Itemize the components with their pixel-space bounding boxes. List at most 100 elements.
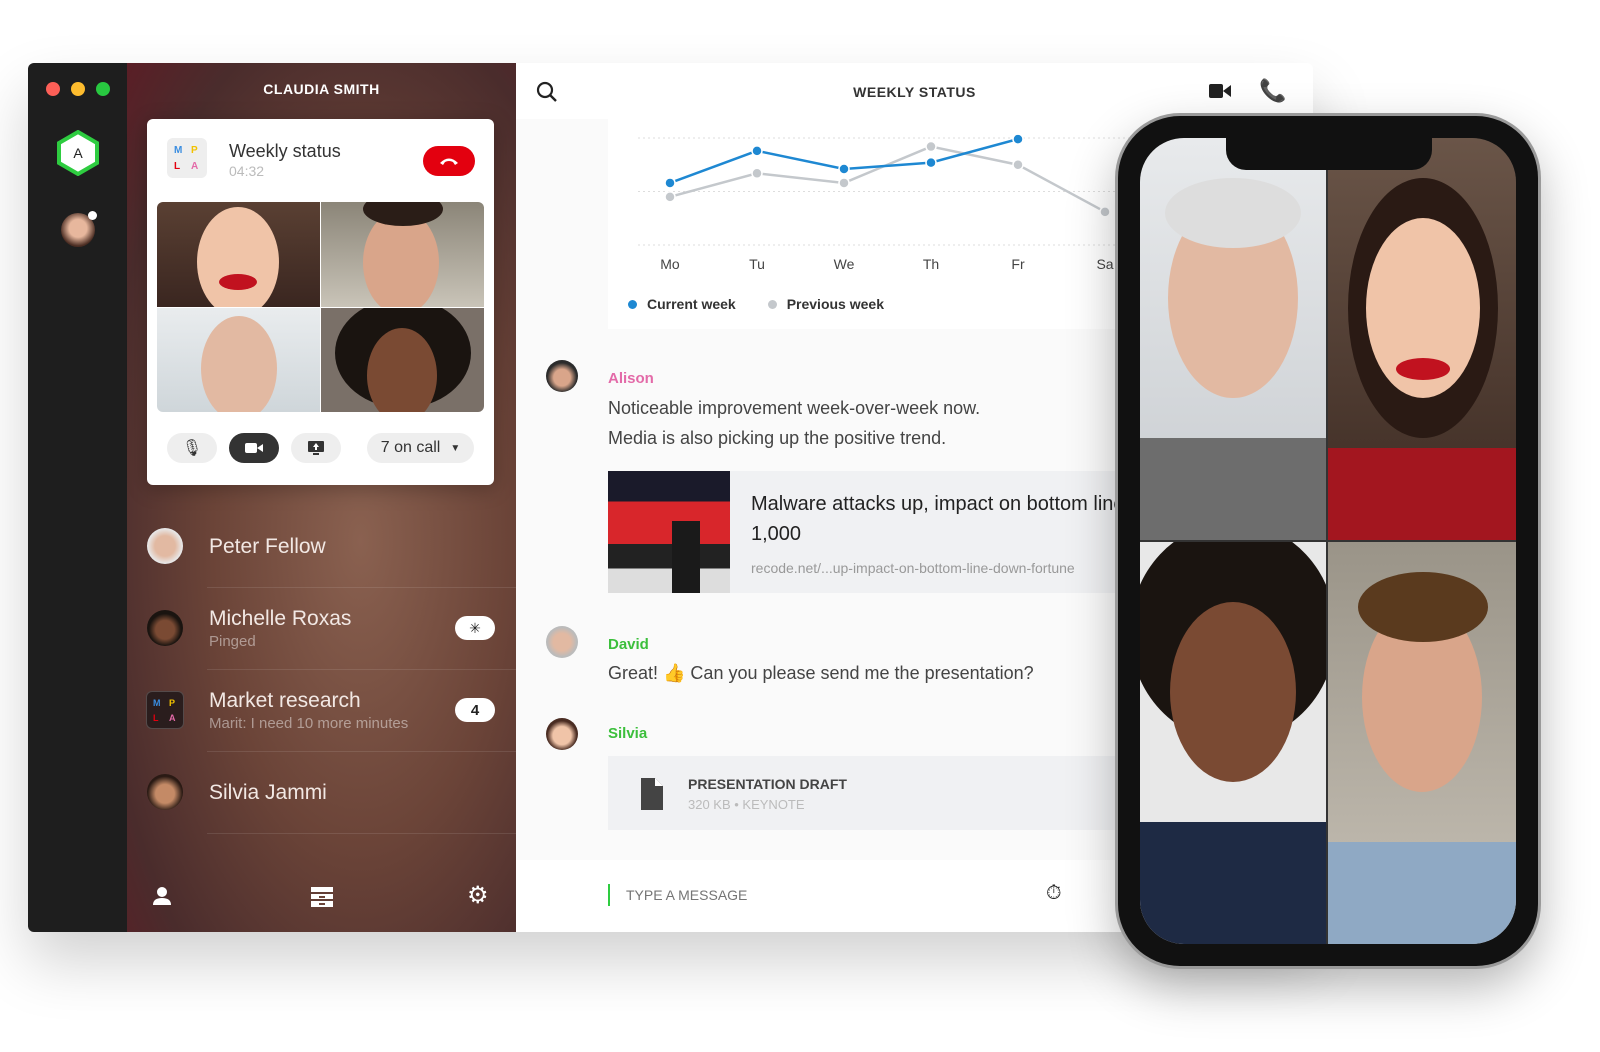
message-sender: Silvia (608, 725, 648, 742)
video-camera-icon (245, 443, 263, 453)
video-tile[interactable] (157, 308, 320, 412)
left-rail: A (28, 63, 127, 932)
avatar (147, 610, 183, 646)
message-sender: Alison (608, 370, 654, 387)
file-meta: 320 KB • KEYNOTE (688, 797, 805, 812)
call-card: M P L A Weekly status 04:32 🎙 7 on call … (147, 119, 494, 485)
participants-dropdown[interactable]: 7 on call ▼ (367, 433, 474, 463)
spinner-icon: ✳ (469, 619, 481, 636)
video-tile[interactable] (321, 308, 484, 412)
video-toggle-button[interactable] (229, 433, 279, 463)
group-logo: M P L A (146, 691, 184, 729)
message-text: Media is also picking up the positive tr… (608, 428, 947, 448)
avatar (147, 774, 183, 810)
hang-up-icon (440, 158, 458, 165)
user-name: CLAUDIA SMITH (263, 81, 380, 97)
contacts-tab-icon[interactable] (152, 886, 172, 906)
phone-call-icon[interactable]: 📞 (1259, 78, 1286, 104)
phone-mockup (1118, 116, 1538, 966)
data-point (664, 191, 676, 203)
x-tick-label: Fr (1011, 256, 1025, 272)
x-tick-label: Sa (1096, 256, 1113, 272)
data-point (925, 156, 937, 169)
contact-item[interactable]: M P L A Market research Marit: I need 10… (127, 670, 516, 752)
microphone-off-icon: 🎙 (181, 440, 203, 457)
data-point (838, 163, 850, 175)
data-point (751, 167, 763, 180)
screen-share-icon (308, 441, 324, 455)
message-text: Great! 👍 Can you please send me the pres… (608, 663, 1034, 683)
x-tick-label: Tu (749, 256, 765, 272)
legend-swatch-previous (767, 299, 777, 309)
silvia-avatar (546, 718, 578, 750)
x-tick-label: We (834, 256, 855, 272)
pinging-badge: ✳ (455, 616, 495, 640)
legend-swatch-current (628, 299, 637, 309)
data-point (1012, 133, 1024, 145)
avatar (147, 528, 183, 564)
x-tick-label: Th (923, 256, 939, 272)
series-line (669, 145, 1106, 213)
chat-title: WEEKLY STATUS (853, 84, 976, 100)
chart-legend: Current week Previous week (628, 296, 884, 312)
document-icon (641, 778, 663, 810)
timer-icon[interactable]: ⏱ (1046, 882, 1062, 905)
video-tile[interactable] (1140, 138, 1326, 540)
call-duration: 04:32 (229, 163, 265, 179)
share-screen-button[interactable] (291, 433, 341, 463)
contact-item[interactable]: Silvia Jammi (127, 752, 516, 834)
contact-item[interactable]: Peter Fellow (127, 506, 516, 588)
data-point (1012, 159, 1024, 171)
data-point (838, 177, 850, 189)
group-logo: M P L A (167, 138, 207, 178)
on-call-count: 7 on call (380, 439, 441, 456)
unread-badge: 4 (455, 698, 495, 722)
david-avatar (546, 626, 578, 658)
sidebar: CLAUDIA SMITH M P L A Weekly status 04:3… (127, 63, 516, 932)
mute-button[interactable]: 🎙 (167, 433, 217, 463)
settings-gear-icon[interactable]: ⚙ (467, 881, 489, 910)
video-tile[interactable] (321, 202, 484, 307)
contact-last-message: Marit: I need 10 more minutes (209, 715, 409, 732)
status-dot (88, 211, 97, 220)
link-thumbnail (608, 471, 730, 593)
call-title: Weekly status (229, 141, 341, 161)
message-input[interactable] (626, 884, 1026, 906)
video-tile[interactable] (157, 202, 320, 307)
data-point (664, 177, 676, 189)
video-tile[interactable] (1328, 138, 1516, 540)
contact-name: Michelle Roxas (209, 607, 352, 630)
maximize-window-button[interactable] (96, 82, 110, 96)
video-grid (157, 202, 484, 412)
data-point (751, 145, 763, 157)
inbox-tab-icon[interactable] (311, 887, 333, 907)
phone-notch (1226, 138, 1432, 170)
legend-previous-week: Previous week (786, 296, 884, 312)
video-tile[interactable] (1140, 542, 1326, 944)
x-tick-label: Mo (660, 256, 680, 272)
legend-current-week: Current week (647, 296, 736, 312)
video-call-icon[interactable] (1209, 83, 1231, 99)
contact-name: Silvia Jammi (209, 781, 327, 804)
end-call-button[interactable] (423, 146, 475, 176)
contact-item[interactable]: Michelle Roxas Pinged ✳ (127, 588, 516, 670)
contact-name: Market research (209, 689, 361, 712)
message-text: Noticeable improvement week-over-week no… (608, 398, 981, 418)
data-point (925, 140, 937, 153)
contact-name: Peter Fellow (209, 535, 326, 558)
alison-avatar (546, 360, 578, 392)
close-window-button[interactable] (46, 82, 60, 96)
phone-video-grid (1140, 138, 1516, 944)
data-point (1099, 206, 1111, 218)
link-url: recode.net/...up-impact-on-bottom-line-d… (751, 560, 1075, 576)
contact-status: Pinged (209, 633, 256, 650)
file-name: PRESENTATION DRAFT (688, 776, 847, 792)
cursor (608, 884, 610, 906)
message-sender: David (608, 636, 649, 653)
chevron-down-icon: ▼ (450, 442, 461, 454)
workspace-hexagon-icon[interactable]: A (55, 130, 101, 176)
video-tile[interactable] (1328, 542, 1516, 944)
series-line (669, 137, 1019, 185)
chat-header: WEEKLY STATUS 📞 (516, 63, 1313, 119)
minimize-window-button[interactable] (71, 82, 85, 96)
